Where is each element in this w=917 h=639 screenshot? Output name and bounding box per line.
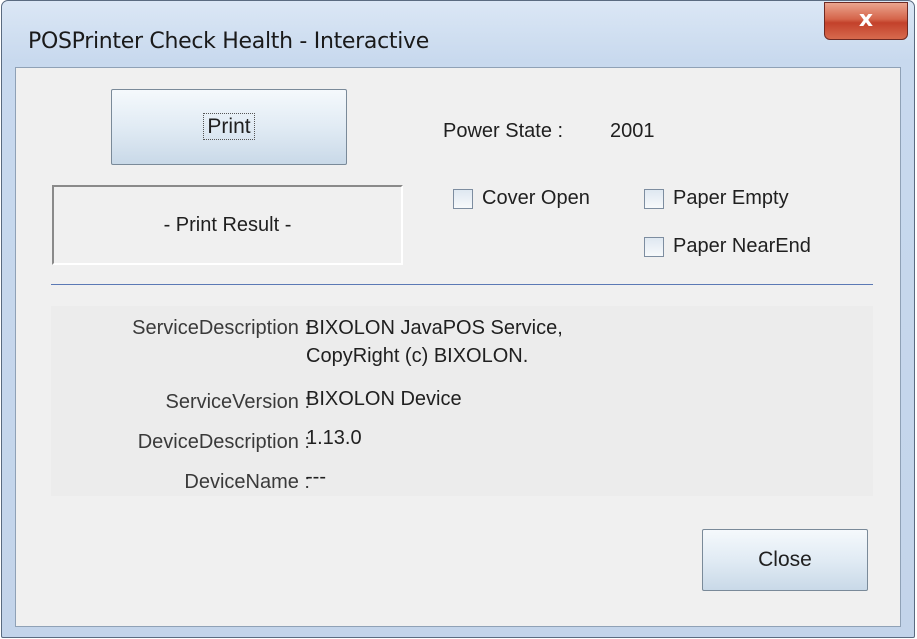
cover-open-label: Cover Open: [482, 187, 590, 209]
power-state-label: Power State :: [443, 120, 564, 142]
window-title: POSPrinter Check Health - Interactive: [28, 29, 429, 54]
service-description-value-line1: BIXOLON JavaPOS Service,: [306, 317, 563, 339]
service-description-value-line2: CopyRight (c) BIXOLON.: [306, 345, 529, 367]
separator-line: [51, 284, 873, 285]
checkbox-box[interactable]: [644, 236, 664, 257]
title-bar[interactable]: POSPrinter Check Health - Interactive x: [2, 1, 914, 67]
checkbox-box[interactable]: [644, 188, 664, 209]
device-name-key: DeviceName :: [184, 471, 310, 493]
close-icon: x: [858, 7, 874, 32]
service-version-key: ServiceVersion :: [165, 391, 310, 413]
device-description-key: DeviceDescription :: [137, 431, 310, 453]
print-result-box: - Print Result -: [52, 185, 403, 265]
device-description-value: 1.13.0: [306, 427, 362, 449]
cover-open-checkbox[interactable]: Cover Open: [453, 187, 590, 210]
paper-empty-checkbox[interactable]: Paper Empty: [644, 187, 789, 210]
paper-nearend-checkbox[interactable]: Paper NearEnd: [644, 235, 811, 258]
close-button[interactable]: Close: [702, 529, 868, 591]
window-close-button[interactable]: x: [824, 2, 908, 40]
print-button[interactable]: Print: [111, 89, 347, 165]
power-state-value: 2001: [610, 120, 655, 142]
service-version-value: BIXOLON Device: [306, 388, 462, 410]
paper-empty-label: Paper Empty: [673, 187, 789, 209]
dialog-content: Print Power State : 2001 - Print Result …: [15, 67, 901, 627]
device-name-value: ---: [306, 466, 326, 488]
dialog-window: POSPrinter Check Health - Interactive x …: [1, 0, 915, 638]
paper-nearend-label: Paper NearEnd: [673, 235, 811, 257]
print-button-label: Print: [203, 113, 255, 140]
checkbox-box[interactable]: [453, 188, 473, 209]
service-description-key: ServiceDescription :: [132, 317, 310, 339]
